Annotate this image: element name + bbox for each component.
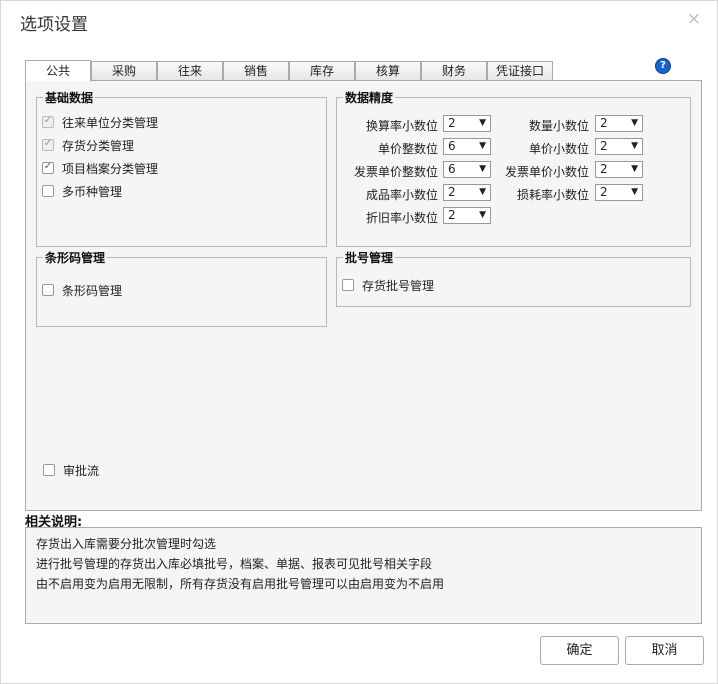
barcode-group: 条形码管理 条形码管理 <box>36 249 327 327</box>
tab-accounts[interactable]: 往来 <box>157 61 223 80</box>
close-icon[interactable]: × <box>687 9 701 29</box>
description-box: 存货出入库需要分批次管理时勾选 进行批号管理的存货出入库必填批号，档案、单据、报… <box>25 527 702 624</box>
precision-label-conversion: 换算率小数位 <box>365 119 438 133</box>
precision-label-unit-price-int: 单价整数位 <box>377 142 438 156</box>
description-line: 存货出入库需要分批次管理时勾选 <box>36 537 217 551</box>
precision-value-quantity: 2 <box>600 116 608 130</box>
stock-batch-label: 存货批号管理 <box>362 278 435 293</box>
checkbox-row-project-category: 项目档案分类管理 <box>42 160 158 176</box>
customer-category-label: 往来单位分类管理 <box>62 115 159 130</box>
approval-flow-checkbox[interactable] <box>43 464 55 476</box>
project-category-label: 项目档案分类管理 <box>62 161 159 176</box>
precision-label-invoice-price-int: 发票单价整数位 <box>353 165 438 179</box>
description-line: 由不启用变为启用无限制，所有存货没有启用批号管理可以由启用变为不启用 <box>36 577 445 591</box>
checkbox-row-stock-category: 存货分类管理 <box>42 137 134 153</box>
precision-label-depreciation-rate: 折旧率小数位 <box>365 211 438 225</box>
approval-flow-label: 审批流 <box>63 463 100 478</box>
dialog-titlebar: 选项设置 × <box>1 1 717 39</box>
cancel-button[interactable]: 取消 <box>625 636 704 665</box>
precision-label-loss-rate: 损耗率小数位 <box>516 188 589 202</box>
tab-inventory[interactable]: 库存 <box>289 61 355 80</box>
dropdown-arrow-icon: ▼ <box>631 187 638 197</box>
precision-select-loss-rate[interactable]: 2 ▼ <box>595 184 643 201</box>
precision-label-quantity: 数量小数位 <box>528 119 589 133</box>
checkbox-row-barcode: 条形码管理 <box>42 282 122 298</box>
dropdown-arrow-icon: ▼ <box>631 118 638 128</box>
precision-select-depreciation-rate[interactable]: 2 ▼ <box>443 207 491 224</box>
tab-costing[interactable]: 核算 <box>355 61 421 80</box>
batch-legend: 批号管理 <box>343 249 396 266</box>
data-precision-group: 数据精度 换算率小数位 2 ▼ 单价整数位 6 ▼ 发票单价整数位 6 ▼ 成品率小数… <box>336 89 691 247</box>
help-icon[interactable]: ? <box>655 58 671 74</box>
precision-value-unit-price-dec: 2 <box>600 139 608 153</box>
checkbox-row-approval-flow: 审批流 <box>43 462 99 478</box>
dropdown-arrow-icon: ▼ <box>631 164 638 174</box>
stock-category-label: 存货分类管理 <box>62 138 135 153</box>
checkbox-row-stock-batch: 存货批号管理 <box>342 277 434 293</box>
confirm-button[interactable]: 确定 <box>540 636 619 665</box>
precision-label-yield-rate: 成品率小数位 <box>365 188 438 202</box>
precision-value-conversion: 2 <box>448 116 456 130</box>
dialog-title: 选项设置 <box>20 15 88 35</box>
precision-value-unit-price-int: 6 <box>448 139 456 153</box>
tab-sales[interactable]: 销售 <box>223 61 289 80</box>
dropdown-arrow-icon: ▼ <box>631 141 638 151</box>
batch-group: 批号管理 存货批号管理 <box>336 249 691 307</box>
basic-data-group: 基础数据 往来单位分类管理 存货分类管理 项目档案分类管理 多币种管理 <box>36 89 327 247</box>
description-line: 进行批号管理的存货出入库必填批号，档案、单据、报表可见批号相关字段 <box>36 557 433 571</box>
dropdown-arrow-icon: ▼ <box>479 210 486 220</box>
precision-select-invoice-price-dec[interactable]: 2 ▼ <box>595 161 643 178</box>
customer-category-checkbox[interactable] <box>42 116 54 128</box>
basic-data-legend: 基础数据 <box>43 89 96 106</box>
precision-value-loss-rate: 2 <box>600 185 608 199</box>
precision-label-unit-price-dec: 单价小数位 <box>528 142 589 156</box>
data-precision-legend: 数据精度 <box>343 89 396 106</box>
barcode-legend: 条形码管理 <box>43 249 108 266</box>
precision-label-invoice-price-dec: 发票单价小数位 <box>504 165 589 179</box>
tab-panel-public: 基础数据 往来单位分类管理 存货分类管理 项目档案分类管理 多币种管理 数据精度… <box>25 80 702 511</box>
precision-select-unit-price-dec[interactable]: 2 ▼ <box>595 138 643 155</box>
tab-purchase[interactable]: 采购 <box>91 61 157 80</box>
stock-category-checkbox[interactable] <box>42 139 54 151</box>
tab-voucher-interface[interactable]: 凭证接口 <box>487 61 553 80</box>
checkbox-row-customer-category: 往来单位分类管理 <box>42 114 158 130</box>
tab-public[interactable]: 公共 <box>25 60 91 81</box>
precision-value-depreciation-rate: 2 <box>448 208 456 222</box>
multi-currency-label: 多币种管理 <box>62 184 123 199</box>
checkbox-row-multi-currency: 多币种管理 <box>42 183 122 199</box>
tab-finance[interactable]: 财务 <box>421 61 487 80</box>
precision-value-invoice-price-int: 6 <box>448 162 456 176</box>
project-category-checkbox[interactable] <box>42 162 54 174</box>
barcode-checkbox[interactable] <box>42 284 54 296</box>
stock-batch-checkbox[interactable] <box>342 279 354 291</box>
options-dialog: 选项设置 × 公共 采购 往来 销售 库存 核算 财务 凭证接口 ? 基础数据 … <box>0 0 718 684</box>
precision-value-invoice-price-dec: 2 <box>600 162 608 176</box>
precision-value-yield-rate: 2 <box>448 185 456 199</box>
multi-currency-checkbox[interactable] <box>42 185 54 197</box>
barcode-label: 条形码管理 <box>62 283 123 298</box>
precision-select-quantity[interactable]: 2 ▼ <box>595 115 643 132</box>
